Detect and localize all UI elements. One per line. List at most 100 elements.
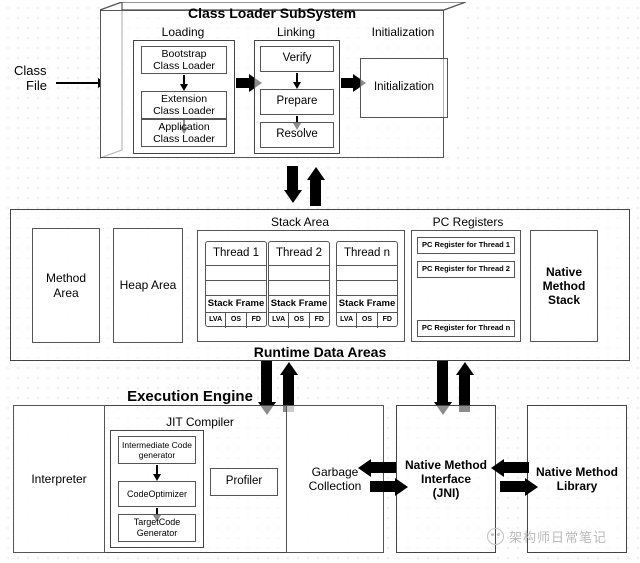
resolve-box[interactable]: Resolve — [260, 122, 334, 148]
class-file-line1: Class — [14, 63, 47, 78]
thread-1-name: Thread 1 — [206, 242, 266, 266]
interpreter-label: Interpreter — [31, 471, 87, 486]
thread-2-empty-slot-2 — [269, 281, 329, 296]
thread-n-empty-slot-2 — [337, 281, 397, 296]
thread-1-cell-lva: LVA — [206, 313, 227, 328]
thread-n-name: Thread n — [337, 242, 397, 266]
linking-group-label: Linking — [276, 25, 316, 39]
intermediate-code-generator-line1: Intermediate Code — [122, 439, 192, 450]
class-file-line2: File — [26, 78, 47, 93]
thread-n-empty-slot-1 — [337, 266, 397, 281]
pc-register-thread-1-box[interactable]: PC Register for Thread 1 — [417, 237, 515, 254]
pc-register-thread-2-label: PC Register for Thread 2 — [422, 264, 510, 274]
jvm-architecture-diagram: Class File Class Loader SubSystem Loadin… — [0, 0, 640, 563]
execution-engine-title: Execution Engine — [127, 387, 253, 405]
rda-to-cl-up-shaft — [310, 178, 321, 206]
verify-box[interactable]: Verify — [260, 46, 334, 72]
intermediate-code-generator-box[interactable]: Intermediate Code generator — [118, 436, 196, 464]
heap-area-label: Heap Area — [119, 278, 177, 293]
thread-2-name: Thread 2 — [269, 242, 329, 266]
heap-area-box[interactable]: Heap Area — [113, 228, 183, 343]
method-area-box[interactable]: Method Area — [32, 228, 100, 343]
application-class-loader-line2: Class Loader — [153, 133, 215, 145]
native-method-interface-line2: Interface — [420, 471, 472, 486]
thread-2-cell-fd: FD — [314, 316, 324, 324]
bootstrap-class-loader-box[interactable]: Bootstrap Class Loader — [141, 46, 227, 74]
stack-area-label: Stack Area — [270, 215, 330, 229]
thread-1-empty-slot-2 — [206, 281, 266, 296]
extension-class-loader-line2: Class Loader — [153, 105, 215, 117]
native-method-interface-line3: (JNI) — [432, 486, 460, 501]
method-area-line1: Method — [45, 271, 87, 286]
thread-2-empty-slot-1 — [269, 266, 329, 281]
library-to-jni-head-icon — [491, 458, 504, 477]
thread-n-stack-frame-label: Stack Frame — [337, 296, 397, 313]
profiler-label: Profiler — [225, 475, 263, 488]
thread-2-cell-os: OS — [289, 313, 310, 328]
jit-arrow-1-head-icon — [152, 474, 161, 481]
gc-to-jni-shaft — [370, 481, 396, 492]
thread-2-cell-lva: LVA — [269, 313, 290, 328]
thread-1-empty-slot-1 — [206, 266, 266, 281]
watermark: 架构师日常笔记 — [487, 527, 607, 546]
method-area-line2: Area — [53, 285, 79, 300]
initialization-label: Initialization — [373, 81, 435, 94]
profiler-box[interactable]: Profiler — [210, 468, 278, 496]
class-file-arrow-shaft — [56, 82, 100, 84]
loading-arrow-1-head-icon — [179, 84, 188, 91]
class-file-label: Class File — [8, 60, 66, 96]
thread-n-box[interactable]: Thread n Stack Frame LVA OS FD — [336, 241, 398, 328]
initialization-box[interactable]: Initialization — [360, 58, 448, 118]
initialization-group-label: Initialization — [371, 25, 435, 39]
prepare-box[interactable]: Prepare — [260, 89, 334, 115]
garbage-collection-box[interactable]: Garbage Collection — [286, 405, 384, 553]
native-method-library-line1: Native Method — [535, 464, 618, 479]
garbage-collection-line2: Collection — [308, 479, 362, 493]
loading-group-label: Loading — [161, 25, 205, 39]
gc-to-jni-head-icon — [395, 477, 408, 496]
thread-1-cell-os: OS — [226, 313, 247, 328]
native-method-stack-line1: Native — [545, 264, 583, 279]
jni-to-gc-head-icon — [358, 458, 371, 477]
runtime-data-areas-title: Runtime Data Areas — [253, 344, 387, 360]
loading-to-linking-shaft — [236, 78, 250, 88]
verify-label: Verify — [282, 52, 312, 65]
code-optimizer-label: CodeOptimizer — [126, 488, 188, 499]
jni-to-gc-shaft — [370, 462, 396, 473]
pc-register-thread-2-box[interactable]: PC Register for Thread 2 — [417, 261, 515, 278]
thread-2-stack-frame-label: Stack Frame — [269, 296, 329, 313]
pc-register-thread-n-box[interactable]: PC Register for Thread n — [417, 320, 515, 337]
garbage-collection-line1: Garbage — [311, 464, 359, 479]
pc-registers-label: PC Registers — [432, 215, 504, 229]
rda-to-cl-up-head-icon — [306, 167, 325, 180]
library-to-jni-shaft — [503, 462, 529, 473]
target-code-generator-line1: TargetCode — [133, 517, 181, 528]
pc-register-thread-1-label: PC Register for Thread 1 — [422, 240, 510, 250]
linking-arrow-1-head-icon — [292, 82, 301, 89]
thread-n-cell-fd: FD — [382, 316, 392, 324]
thread-1-stack-frame-label: Stack Frame — [206, 296, 266, 313]
extension-class-loader-box[interactable]: Extension Class Loader — [141, 91, 227, 119]
resolve-label: Resolve — [276, 128, 318, 141]
wechat-circle-icon — [487, 528, 504, 545]
native-method-stack-box[interactable]: Native Method Stack — [530, 230, 598, 342]
application-class-loader-box[interactable]: Application Class Loader — [141, 119, 227, 147]
jni-to-library-head-icon — [525, 477, 538, 496]
thread-n-cell-os: OS — [357, 313, 378, 328]
code-optimizer-box[interactable]: CodeOptimizer — [118, 481, 196, 507]
intermediate-code-generator-line2: generator — [138, 450, 176, 460]
thread-2-box[interactable]: Thread 2 Stack Frame LVA OS FD — [268, 241, 330, 328]
interpreter-box[interactable]: Interpreter — [13, 405, 105, 553]
ee-to-rda-up-head-icon — [279, 362, 298, 375]
native-method-stack-line2: Method — [542, 278, 586, 293]
thread-1-box[interactable]: Thread 1 Stack Frame LVA OS FD — [205, 241, 267, 328]
rda-to-jni-down-shaft — [437, 361, 448, 405]
pc-register-thread-n-label: PC Register for Thread n — [421, 323, 511, 333]
native-method-interface-box[interactable]: Native Method Interface (JNI) — [396, 405, 496, 553]
cl-to-rda-down-head-icon — [283, 190, 302, 203]
class-loader-subsystem-title: Class Loader SubSystem — [187, 5, 357, 21]
native-method-stack-line3: Stack — [547, 293, 581, 308]
application-class-loader-line1: Application — [158, 120, 210, 133]
target-code-generator-box[interactable]: TargetCode Generator — [118, 514, 196, 542]
extension-class-loader-line1: Extension — [160, 92, 208, 105]
